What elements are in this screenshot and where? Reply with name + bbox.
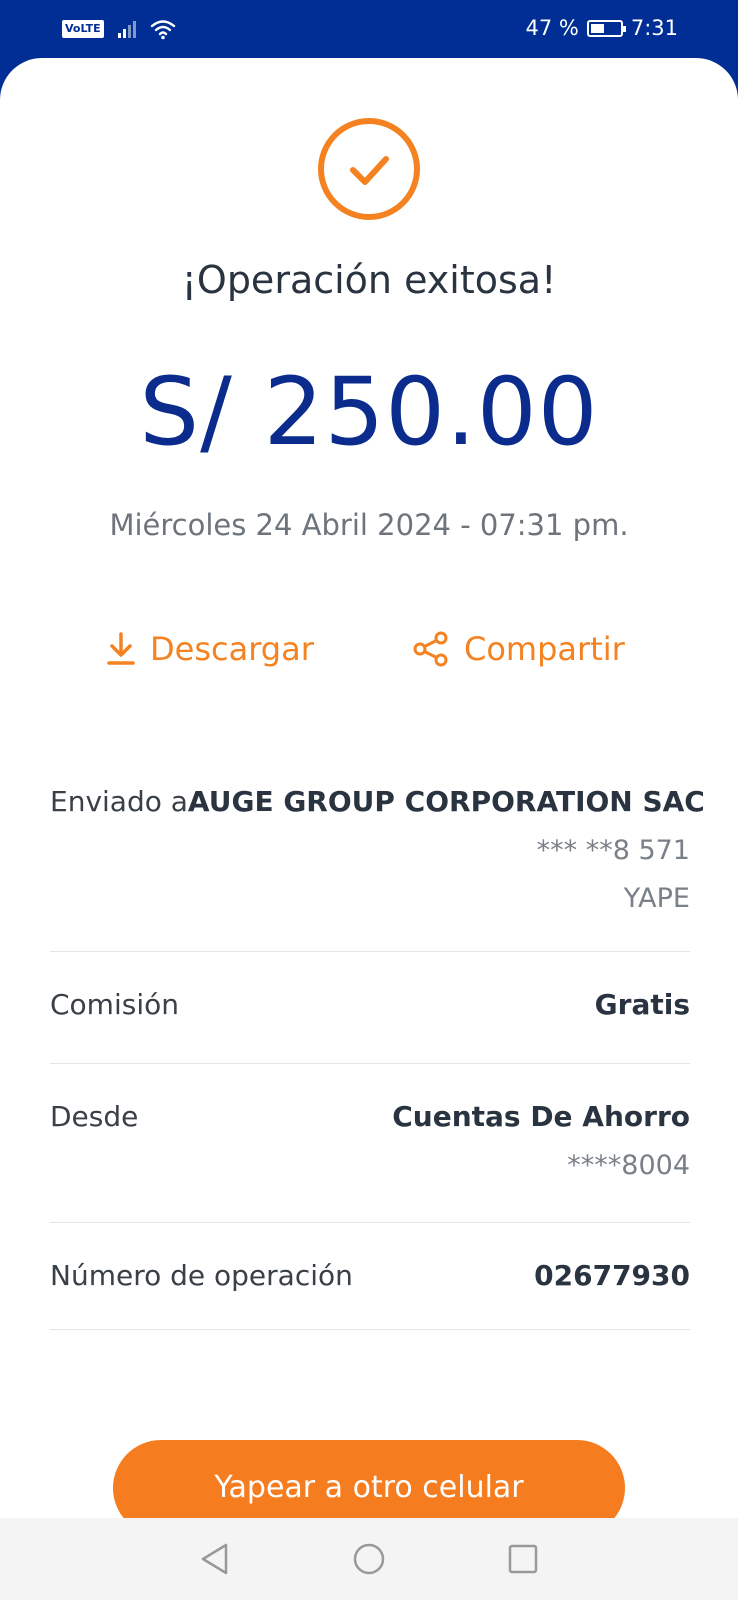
commission-label: Comisión xyxy=(50,988,179,1021)
recents-button[interactable] xyxy=(501,1537,545,1581)
operation-label: Número de operación xyxy=(50,1259,353,1292)
battery-percent: 47 % xyxy=(525,16,579,40)
recents-square-icon xyxy=(508,1544,538,1574)
operation-row: Número de operación 02677930 xyxy=(50,1223,690,1330)
wifi-icon xyxy=(150,20,175,40)
download-label: Descargar xyxy=(150,630,314,668)
commission-row: Comisión Gratis xyxy=(50,952,690,1064)
download-icon xyxy=(107,632,135,665)
back-button[interactable] xyxy=(193,1537,237,1581)
check-circle-icon xyxy=(316,116,422,222)
from-account-number: ****8004 xyxy=(567,1150,690,1181)
download-button[interactable]: Descargar xyxy=(106,630,314,668)
success-title: ¡Operación exitosa! xyxy=(181,258,557,302)
share-button[interactable]: Compartir xyxy=(412,630,625,668)
battery-fill xyxy=(590,23,604,33)
signal-icon xyxy=(117,20,136,38)
recipient-phone: *** **8 571 xyxy=(536,835,690,866)
status-bar: VoLTE 47 % 7:31 xyxy=(0,0,738,58)
volte-icon: VoLTE xyxy=(62,20,104,38)
recipient-line: Enviado a AUGE GROUP CORPORATION SAC xyxy=(50,785,705,818)
share-label: Compartir xyxy=(464,630,625,668)
clock: 7:31 xyxy=(630,16,678,40)
from-label: Desde xyxy=(50,1100,139,1133)
home-circle-icon xyxy=(353,1543,385,1575)
recipient-row: Enviado a AUGE GROUP CORPORATION SAC *** … xyxy=(50,783,705,952)
receipt-actions: Descargar Compartir xyxy=(0,630,738,680)
share-icon xyxy=(413,631,448,667)
recipient-app: YAPE xyxy=(623,883,690,914)
back-triangle-icon xyxy=(201,1543,228,1575)
transaction-datetime: Miércoles 24 Abril 2024 - 07:31 pm. xyxy=(109,508,629,542)
amount: S/ 250.00 xyxy=(139,358,599,467)
source-account-row: Desde Cuentas De Ahorro ****8004 xyxy=(50,1064,690,1223)
status-right: 47 % 7:31 xyxy=(525,16,678,40)
from-account: Cuentas De Ahorro xyxy=(392,1100,690,1133)
battery-icon xyxy=(586,19,626,37)
system-nav-bar xyxy=(0,1518,738,1600)
operation-number: 02677930 xyxy=(534,1259,690,1292)
sent-to-label: Enviado a xyxy=(50,785,188,818)
commission-value: Gratis xyxy=(594,988,690,1021)
home-button[interactable] xyxy=(347,1537,391,1581)
recipient-name: AUGE GROUP CORPORATION SAC xyxy=(187,785,705,818)
receipt-card: ¡Operación exitosa! S/ 250.00 Miércoles … xyxy=(0,58,738,1536)
status-left: VoLTE xyxy=(62,18,176,40)
